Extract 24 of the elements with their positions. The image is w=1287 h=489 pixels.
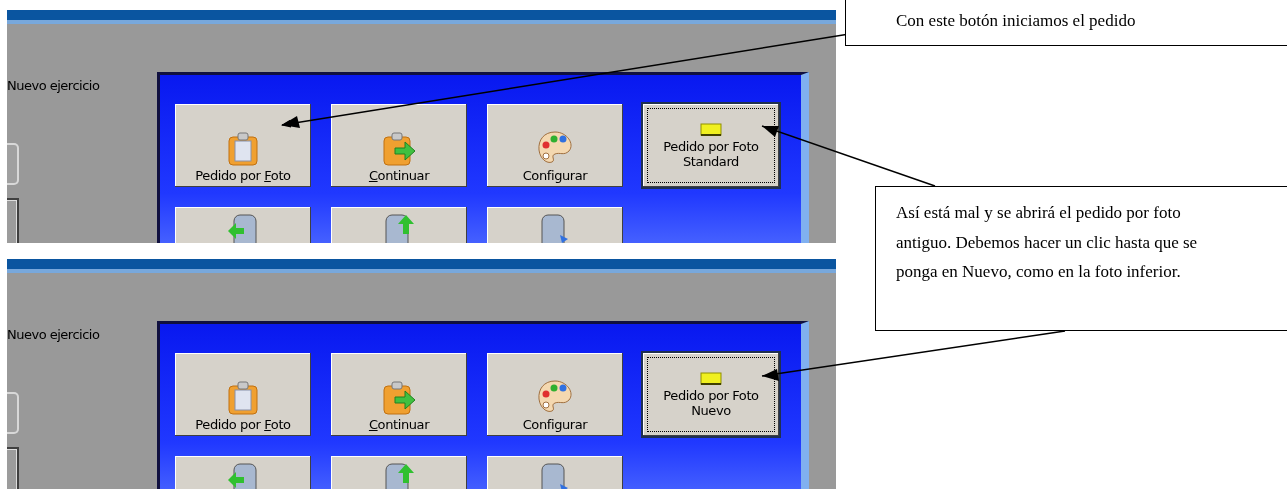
toolbar-button[interactable]: Continuar [331,104,467,187]
toolbar-button[interactable]: Pedido por Foto [175,104,311,187]
callout-box: Con este botón iniciamos el pedido [845,0,1287,46]
option-label: Nuevo ejercicio [7,78,101,93]
palette-icon [536,130,574,166]
toolbar-button[interactable]: Configurar [487,353,623,436]
clipboard-arrow-icon [381,132,417,166]
note-icon [700,122,722,137]
clipboard-icon [226,381,260,415]
device-arrow-icon [382,462,416,489]
toolbar-button[interactable]: Pedido por Foto Nuevo [643,353,779,436]
device-arrow-icon [226,462,260,489]
callout-box: Así está mal y se abrirá el pedido por foto antiguo. Debemos hacer un clic hasta que se ponga en Nuevo, como en la foto inferior. [875,186,1287,331]
clipboard-arrow-icon [381,381,417,415]
toolbar-button[interactable]: Pedido por Foto [175,353,311,436]
device-arrow-icon [226,213,260,243]
toolbar-button[interactable]: Continuar [331,353,467,436]
palette-icon [536,379,574,415]
option-label: Nuevo ejercicio [7,327,101,342]
device-arrow-icon [382,213,416,243]
toolbar-button[interactable]: Configurar [487,104,623,187]
toolbar-button[interactable]: Pedido por Foto Standard [643,104,779,187]
clipboard-icon [226,132,260,166]
note-icon [700,371,722,386]
